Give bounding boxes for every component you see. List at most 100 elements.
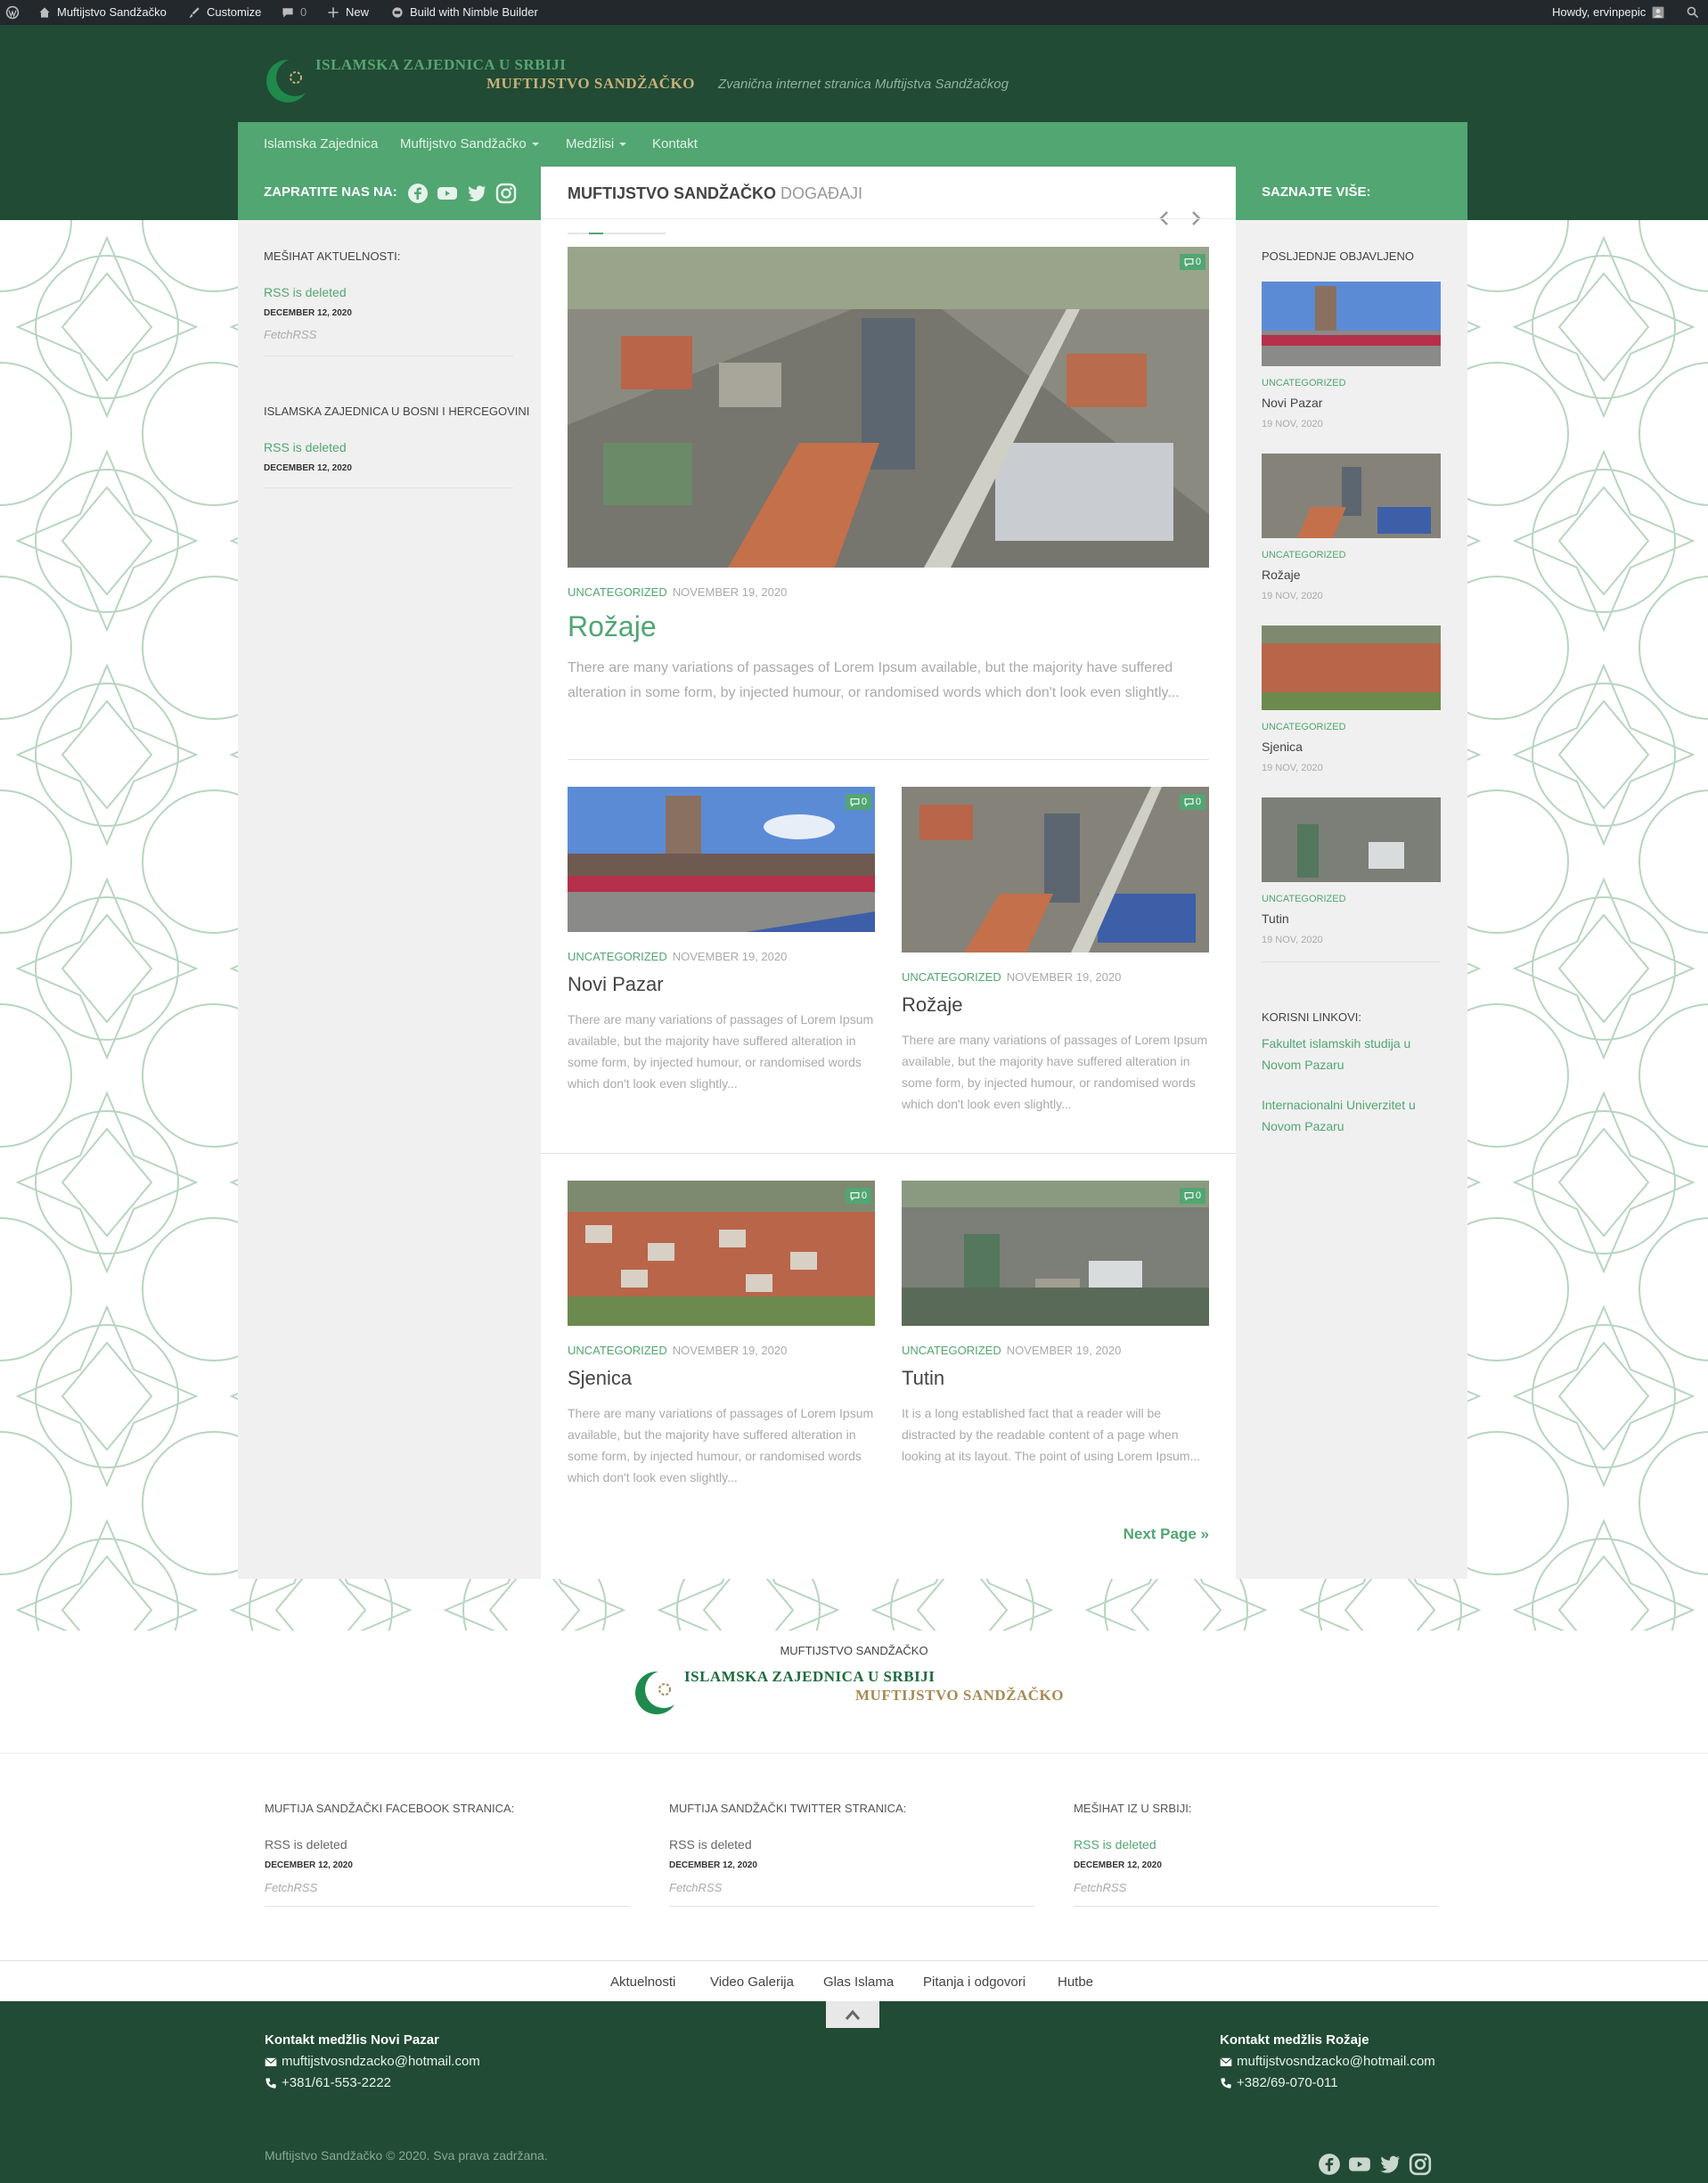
post-excerpt: There are many variations of passages of…	[568, 1012, 874, 1091]
post-title[interactable]: Rožaje	[902, 993, 962, 1017]
next-page-link[interactable]: Next Page »	[1124, 1525, 1209, 1543]
rss-link[interactable]: RSS is deleted	[1074, 1837, 1156, 1852]
divider	[669, 1906, 1034, 1907]
rss-link[interactable]: RSS is deleted	[669, 1837, 752, 1852]
footer-menu-item[interactable]: Aktuelnosti	[610, 1975, 675, 1990]
comment-icon	[850, 1191, 860, 1201]
main-navigation: Islamska Zajednica Muftijstvo Sandžačko …	[238, 122, 1467, 167]
wordpress-logo-icon[interactable]	[5, 0, 20, 25]
phone-icon	[266, 2077, 276, 2089]
nimble-icon	[392, 7, 403, 18]
featured-post-title[interactable]: Rožaje	[568, 610, 657, 643]
instagram-icon[interactable]	[1409, 2153, 1432, 2176]
post-image[interactable]: 0	[568, 787, 875, 932]
left-sidebar-header: ZAPRATITE NAS NA:	[238, 167, 541, 220]
divider	[1074, 1906, 1439, 1907]
divider	[541, 1153, 1236, 1154]
youtube-icon[interactable]	[437, 183, 458, 204]
chevron-up-icon	[845, 2009, 861, 2020]
avatar	[1652, 6, 1664, 19]
post-category[interactable]: UNCATEGORIZED	[902, 970, 1001, 984]
post-date: NOVEMBER 19, 2020	[1006, 970, 1122, 984]
post-category[interactable]: UNCATEGORIZED	[568, 1344, 667, 1357]
comment-count-badge[interactable]: 0	[1179, 1188, 1205, 1204]
recent-post-category[interactable]: UNCATEGORIZED	[1262, 722, 1346, 732]
post-category[interactable]: UNCATEGORIZED	[902, 1344, 1001, 1357]
recent-post-title[interactable]: Rožaje	[1262, 568, 1301, 582]
recent-post-image[interactable]	[1262, 282, 1441, 366]
post-category[interactable]: UNCATEGORIZED	[568, 950, 667, 963]
featured-post-image[interactable]: 0	[568, 247, 1209, 568]
comment-count-badge[interactable]: 0	[1179, 254, 1205, 270]
copyright: Muftijstvo Sandžačko © 2020. Sva prava z…	[265, 2148, 548, 2163]
contact-title: Kontakt medžlis Novi Pazar	[265, 2032, 439, 2048]
admin-nimble-builder[interactable]: Build with Nimble Builder	[390, 0, 538, 25]
widget-title: POSLJEDNJE OBJAVLJENO	[1262, 249, 1414, 263]
nav-item-kontakt[interactable]: Kontakt	[652, 122, 698, 167]
recent-post-category[interactable]: UNCATEGORIZED	[1262, 550, 1346, 560]
nav-item-islamska-zajednica[interactable]: Islamska Zajednica	[264, 122, 378, 167]
site-logo[interactable]: ISLAMSKA ZAJEDNICA U SRBIJI MUFTIJSTVO S…	[264, 56, 709, 110]
instagram-icon[interactable]	[495, 183, 517, 204]
admin-comments[interactable]: 0	[281, 0, 306, 25]
useful-link[interactable]: Fakultet islamskih studija u Novom Pazar…	[1262, 1033, 1431, 1075]
divider	[1262, 961, 1441, 962]
post-date: NOVEMBER 19, 2020	[672, 1344, 788, 1357]
youtube-icon[interactable]	[1348, 2153, 1371, 2176]
rss-date: DECEMBER 12, 2020	[669, 1860, 757, 1870]
rss-link[interactable]: RSS is deleted	[264, 285, 347, 299]
recent-post-title[interactable]: Novi Pazar	[1262, 396, 1322, 410]
facebook-icon[interactable]	[407, 183, 429, 204]
rss-link[interactable]: RSS is deleted	[265, 1837, 347, 1852]
footer-menu-item[interactable]: Video Galerija	[710, 1975, 794, 1990]
post-meta: UNCATEGORIZED NOVEMBER 19, 2020	[568, 1344, 787, 1357]
footer-menu-item[interactable]: Glas Islama	[823, 1975, 894, 1990]
post-category[interactable]: UNCATEGORIZED	[568, 585, 667, 599]
post-image[interactable]: 0	[902, 787, 1209, 953]
post-image[interactable]: 0	[568, 1181, 875, 1326]
footer-social-links	[1318, 2153, 1432, 2176]
twitter-icon[interactable]	[1378, 2153, 1402, 2176]
post-title[interactable]: Novi Pazar	[568, 973, 664, 996]
recent-post-image[interactable]	[1262, 625, 1441, 710]
recent-post-image[interactable]	[1262, 797, 1441, 882]
rss-source: FetchRSS	[264, 328, 317, 341]
recent-post-category[interactable]: UNCATEGORIZED	[1262, 378, 1346, 388]
twitter-icon[interactable]	[466, 183, 487, 204]
nav-item-medzlisi[interactable]: Medžlisi	[566, 122, 627, 167]
comment-count-badge[interactable]: 0	[845, 794, 871, 810]
post-title[interactable]: Sjenica	[568, 1367, 632, 1390]
chevron-down-icon	[531, 143, 539, 147]
contact-phone[interactable]: +382/69-070-011	[1220, 2075, 1338, 2090]
recent-post-image[interactable]	[1262, 454, 1441, 538]
footer-logo[interactable]: ISLAMSKA ZAJEDNICA U SRBIJI MUFTIJSTVO S…	[633, 1668, 1078, 1721]
useful-link[interactable]: Internacionalni Univerzitet u Novom Paza…	[1262, 1094, 1431, 1137]
footer-menu: Aktuelnosti Video Galerija Glas Islama P…	[0, 1960, 1708, 2001]
crescent-logo-icon	[635, 1671, 682, 1714]
post-title[interactable]: Tutin	[902, 1367, 944, 1390]
post-image[interactable]: 0	[902, 1181, 1209, 1326]
post-date: NOVEMBER 19, 2020	[672, 950, 788, 963]
recent-post-title[interactable]: Sjenica	[1262, 740, 1303, 754]
crescent-logo-icon	[266, 59, 314, 102]
admin-new[interactable]: New	[326, 0, 369, 25]
comment-count-badge[interactable]: 0	[1179, 794, 1205, 810]
admin-site-name[interactable]: Muftijstvo Sandžačko	[37, 0, 167, 25]
admin-search-icon[interactable]	[1686, 0, 1700, 25]
recent-post-title[interactable]: Tutin	[1262, 912, 1289, 926]
admin-customize[interactable]: Customize	[187, 0, 261, 25]
nav-item-muftijstvo[interactable]: Muftijstvo Sandžačko	[400, 122, 539, 167]
contact-email[interactable]: muftijstvosndzacko@hotmail.com	[265, 2054, 480, 2069]
footer-menu-item[interactable]: Hutbe	[1058, 1975, 1093, 1990]
widget-title: MEŠIHAT AKTUELNOSTI:	[264, 249, 401, 263]
comment-count-badge[interactable]: 0	[845, 1188, 871, 1204]
rss-link[interactable]: RSS is deleted	[264, 440, 347, 454]
recent-post-category[interactable]: UNCATEGORIZED	[1262, 894, 1346, 904]
back-to-top-button[interactable]	[826, 2001, 879, 2028]
facebook-icon[interactable]	[1318, 2153, 1341, 2176]
rss-source: FetchRSS	[669, 1881, 723, 1894]
admin-account[interactable]: Howdy, ervinpepic	[1552, 0, 1665, 25]
footer-menu-item[interactable]: Pitanja i odgovori	[923, 1975, 1026, 1990]
contact-email[interactable]: muftijstvosndzacko@hotmail.com	[1220, 2054, 1435, 2069]
contact-phone[interactable]: +381/61-553-2222	[265, 2075, 391, 2090]
